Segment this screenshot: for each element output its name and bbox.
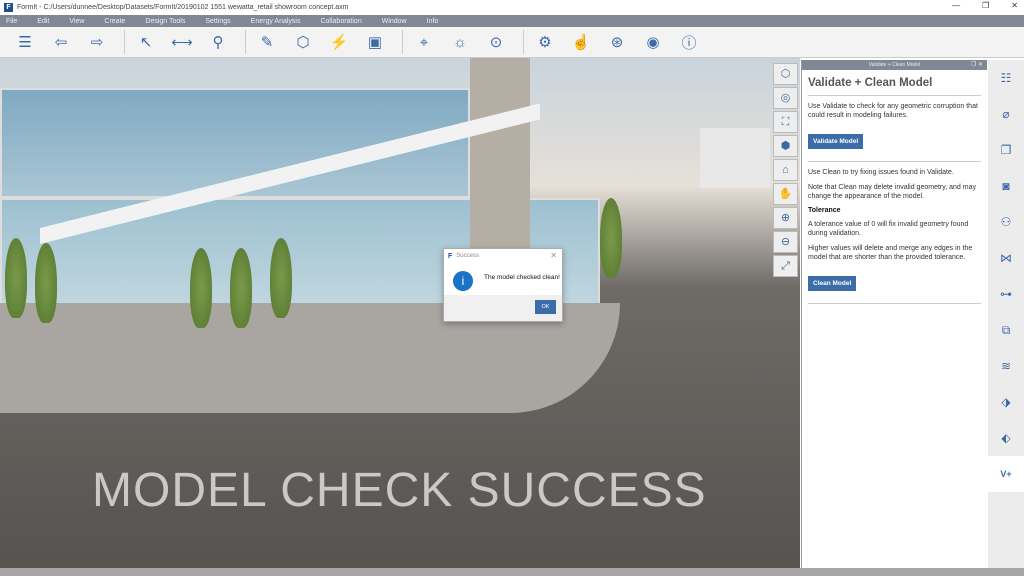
draw-icon[interactable]: ✎ xyxy=(252,30,282,54)
location-icon[interactable]: ⌖ xyxy=(409,30,439,54)
view-tool-icon[interactable]: ✋ xyxy=(773,183,798,205)
panel-tab-icon[interactable]: ⋈ xyxy=(988,240,1024,276)
info-icon: i xyxy=(453,271,473,291)
formit-logo-icon: F xyxy=(4,2,13,12)
panel-tab-icon[interactable]: V+ xyxy=(988,456,1024,492)
close-button[interactable]: ✕ xyxy=(1011,1,1018,10)
tolerance-text: A tolerance value of 0 will fix invalid … xyxy=(808,221,969,237)
view-tool-icon[interactable]: ⊖ xyxy=(773,231,798,253)
dialog-close-button[interactable]: ✕ xyxy=(550,251,557,260)
user-icon[interactable]: ◉ xyxy=(638,30,668,54)
menu-view[interactable]: View xyxy=(69,18,84,25)
title-bar: F FormIt - C:/Users/dunnee/Desktop/Datas… xyxy=(0,0,1024,14)
generate-icon[interactable]: ⚡ xyxy=(324,30,354,54)
sun-icon[interactable]: ☼ xyxy=(445,30,475,54)
panel-tab-icon[interactable]: ⚇ xyxy=(988,204,1024,240)
panel-tab-icon[interactable]: ⧉ xyxy=(988,312,1024,348)
cube-add-icon[interactable]: ⬡ xyxy=(288,30,318,54)
pin-icon[interactable]: ⚲ xyxy=(203,30,233,54)
panel-tab-icon[interactable]: ❐ xyxy=(988,132,1024,168)
menu-file[interactable]: File xyxy=(6,18,17,25)
clean-model-button[interactable]: Clean Model xyxy=(808,276,857,291)
view-tool-icon[interactable]: ⌂ xyxy=(773,159,798,181)
ok-button[interactable]: OK xyxy=(535,300,556,314)
view-tool-icon[interactable]: ⤢ xyxy=(773,255,798,277)
menu-collaboration[interactable]: Collaboration xyxy=(320,18,361,25)
clean-description: Use Clean to try fixing issues found in … xyxy=(808,169,954,176)
redo-icon[interactable]: ⇨ xyxy=(82,30,112,54)
panel-tab-icon[interactable]: ≋ xyxy=(988,348,1024,384)
tolerance-heading: Tolerance xyxy=(808,207,841,214)
panel-tab-icon[interactable]: ⬗ xyxy=(988,384,1024,420)
tree xyxy=(5,238,27,318)
view-tool-icon[interactable]: ◎ xyxy=(773,87,798,109)
view-tool-icon[interactable]: ⛶ xyxy=(773,111,798,133)
panel-tab-icon[interactable]: ◙ xyxy=(988,168,1024,204)
tree xyxy=(600,198,622,278)
toolbar-separator xyxy=(124,30,125,54)
layers-icon[interactable]: ☰ xyxy=(10,30,40,54)
tree xyxy=(35,243,57,323)
view-toolbar: ⬡ ◎ ⛶ ⬢ ⌂ ✋ ⊕ ⊖ ⤢ xyxy=(773,63,798,277)
info-icon[interactable]: ⓘ xyxy=(674,30,704,54)
toolbar-separator xyxy=(402,30,403,54)
formit-logo-icon: F xyxy=(448,252,453,260)
view-tool-icon[interactable]: ⬢ xyxy=(773,135,798,157)
menu-bar: File Edit View Create Design Tools Settings En… xyxy=(0,15,1024,27)
panel-tab-icon[interactable]: ⌀ xyxy=(988,96,1024,132)
panel-header: Validate + Clean Model xyxy=(868,62,921,68)
dialog-title: Success xyxy=(456,253,479,259)
right-panel-tabs: ☷ ⌀ ❐ ◙ ⚇ ⋈ ⊶ ⧉ ≋ ⬗ ⬖ V+ xyxy=(988,60,1024,568)
panel-tab-icon[interactable]: ⊶ xyxy=(988,276,1024,312)
menu-energy-analysis[interactable]: Energy Analysis xyxy=(251,18,301,25)
tree xyxy=(190,248,212,328)
divider xyxy=(808,95,981,96)
scale-icon[interactable]: ⊙ xyxy=(481,30,511,54)
tree xyxy=(270,238,292,318)
panel-tab-icon[interactable]: ⬖ xyxy=(988,420,1024,456)
panel-tab-icon[interactable]: ☷ xyxy=(988,60,1024,96)
window-title: FormIt - C:/Users/dunnee/Desktop/Dataset… xyxy=(17,3,349,11)
validate-model-button[interactable]: Validate Model xyxy=(808,134,864,149)
tree xyxy=(230,248,252,328)
menu-create[interactable]: Create xyxy=(104,18,125,25)
clean-note: Note that Clean may delete invalid geome… xyxy=(808,184,976,200)
divider xyxy=(808,161,981,162)
3d-viewport[interactable]: MODEL CHECK SUCCESS xyxy=(0,58,800,568)
maximize-button[interactable]: ❐ xyxy=(982,1,989,10)
settings-icon[interactable]: ⚙ xyxy=(530,30,560,54)
dialog-message: The model checked clean! xyxy=(484,274,560,281)
touch-icon[interactable]: ☝ xyxy=(566,30,596,54)
main-toolbar: ☰ ⇦ ⇨ ↖ ⟷ ⚲ ✎ ⬡ ⚡ ▣ ⌖ ☼ ⊙ ⚙ ☝ ⊛ ◉ ⓘ xyxy=(0,27,1024,58)
measure-icon[interactable]: ⟷ xyxy=(167,30,197,54)
view-tool-icon[interactable]: ⬡ xyxy=(773,63,798,85)
menu-info[interactable]: Info xyxy=(427,18,439,25)
watermark-text: MODEL CHECK SUCCESS xyxy=(92,464,707,517)
panel-controls[interactable]: ❐ ✕ xyxy=(971,60,983,70)
share-icon[interactable]: ⊛ xyxy=(602,30,632,54)
toolbar-separator xyxy=(245,30,246,54)
menu-design-tools[interactable]: Design Tools xyxy=(145,18,185,25)
minimize-button[interactable]: — xyxy=(952,1,960,10)
toolbar-separator xyxy=(523,30,524,54)
divider xyxy=(808,303,981,304)
view-tool-icon[interactable]: ⊕ xyxy=(773,207,798,229)
group-icon[interactable]: ▣ xyxy=(360,30,390,54)
select-icon[interactable]: ↖ xyxy=(131,30,161,54)
menu-window[interactable]: Window xyxy=(382,18,407,25)
validate-clean-panel: Validate + Clean Model ❐ ✕ Validate + Cle… xyxy=(801,60,987,568)
success-dialog: F Success ✕ i The model checked clean! OK xyxy=(443,248,563,322)
menu-edit[interactable]: Edit xyxy=(37,18,49,25)
panel-title: Validate + Clean Model xyxy=(808,77,933,89)
distant-building xyxy=(700,128,770,188)
status-bar xyxy=(0,568,1024,576)
validate-description: Use Validate to check for any geometric … xyxy=(808,103,978,119)
undo-icon[interactable]: ⇦ xyxy=(46,30,76,54)
menu-settings[interactable]: Settings xyxy=(205,18,230,25)
tolerance-text-2: Higher values will delete and merge any … xyxy=(808,245,973,261)
